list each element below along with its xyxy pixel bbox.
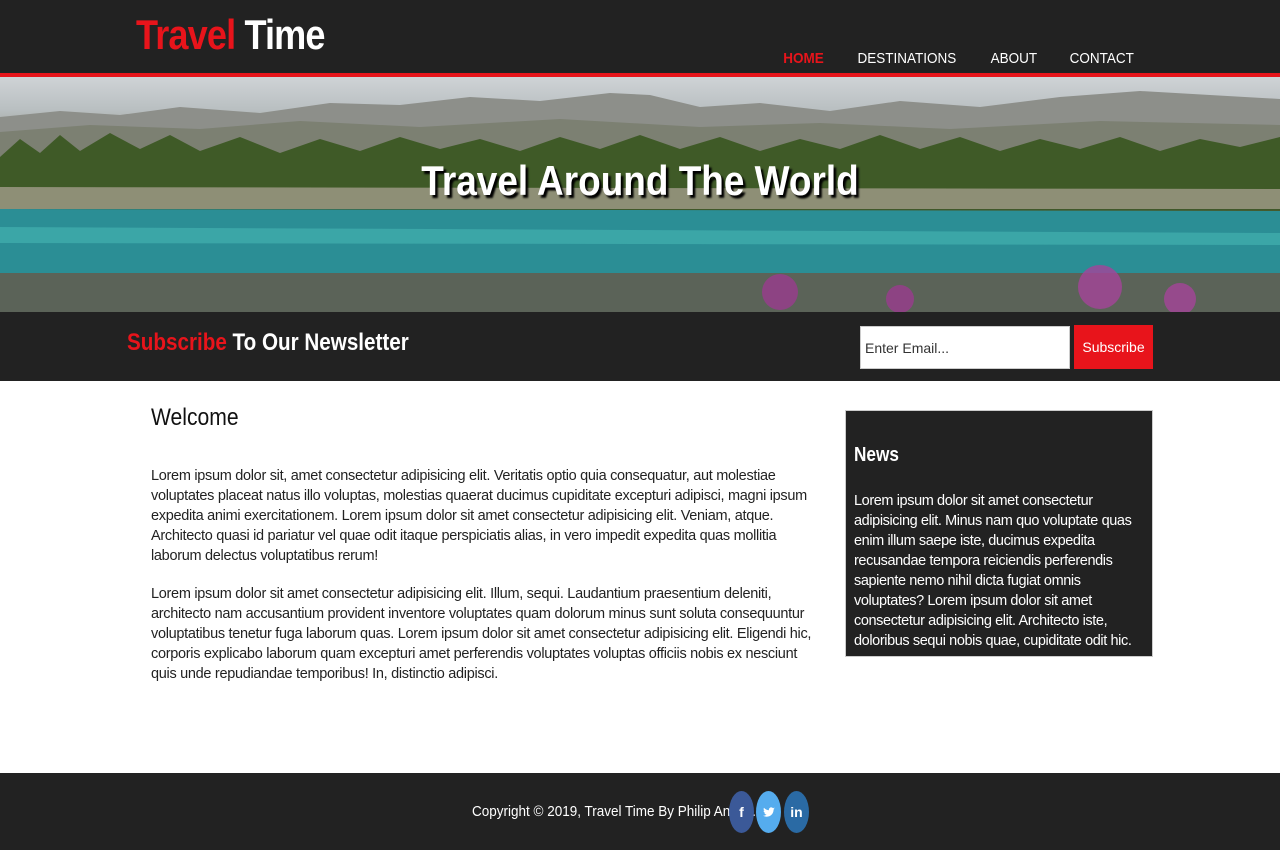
logo-text: Time [244,11,325,58]
hero-banner: Travel Around The World [0,77,1280,312]
nav-destinations-link[interactable]: DESTINATIONS [858,50,957,67]
nav-home-link[interactable]: HOME [783,50,824,67]
welcome-title: Welcome [151,404,239,431]
facebook-icon[interactable]: f [729,791,754,833]
news-title: News [854,444,899,466]
nav-contact-link[interactable]: CONTACT [1069,50,1133,67]
nav-about-link[interactable]: ABOUT [991,50,1038,67]
welcome-paragraph: Lorem ipsum dolor sit, amet consectetur … [151,468,807,564]
subscribe-button[interactable]: Subscribe [1074,325,1153,369]
twitter-icon[interactable] [756,791,781,833]
copyright-text: Copyright © 2019, Travel Time By Philip … [472,803,756,820]
site-footer: Copyright © 2019, Travel Time By Philip … [0,773,1280,850]
newsletter-heading: Subscribe To Our Newsletter [127,329,409,357]
news-body: Lorem ipsum dolor sit amet consectetur a… [854,493,1132,649]
newsletter-bar: Subscribe To Our Newsletter Subscribe [0,312,1280,381]
site-header: Travel Time HOME DESTINATIONS ABOUT CONT… [0,0,1280,77]
welcome-section: Welcome Lorem ipsum dolor sit, amet cons… [151,400,821,702]
logo-accent-text: Travel [136,11,236,58]
twitter-bird-icon [762,807,775,817]
site-logo[interactable]: Travel Time [136,10,326,60]
linkedin-icon[interactable]: in [784,791,809,833]
main-nav: HOME DESTINATIONS ABOUT CONTACT [781,50,1137,68]
newsletter-heading-rest: To Our Newsletter [232,329,409,356]
hero-title: Travel Around The World [421,157,859,204]
news-sidebar: News Lorem ipsum dolor sit amet consecte… [845,410,1153,657]
newsletter-heading-accent: Subscribe [127,329,227,356]
email-input[interactable] [860,326,1070,369]
welcome-paragraph: Lorem ipsum dolor sit amet consectetur a… [151,586,812,682]
